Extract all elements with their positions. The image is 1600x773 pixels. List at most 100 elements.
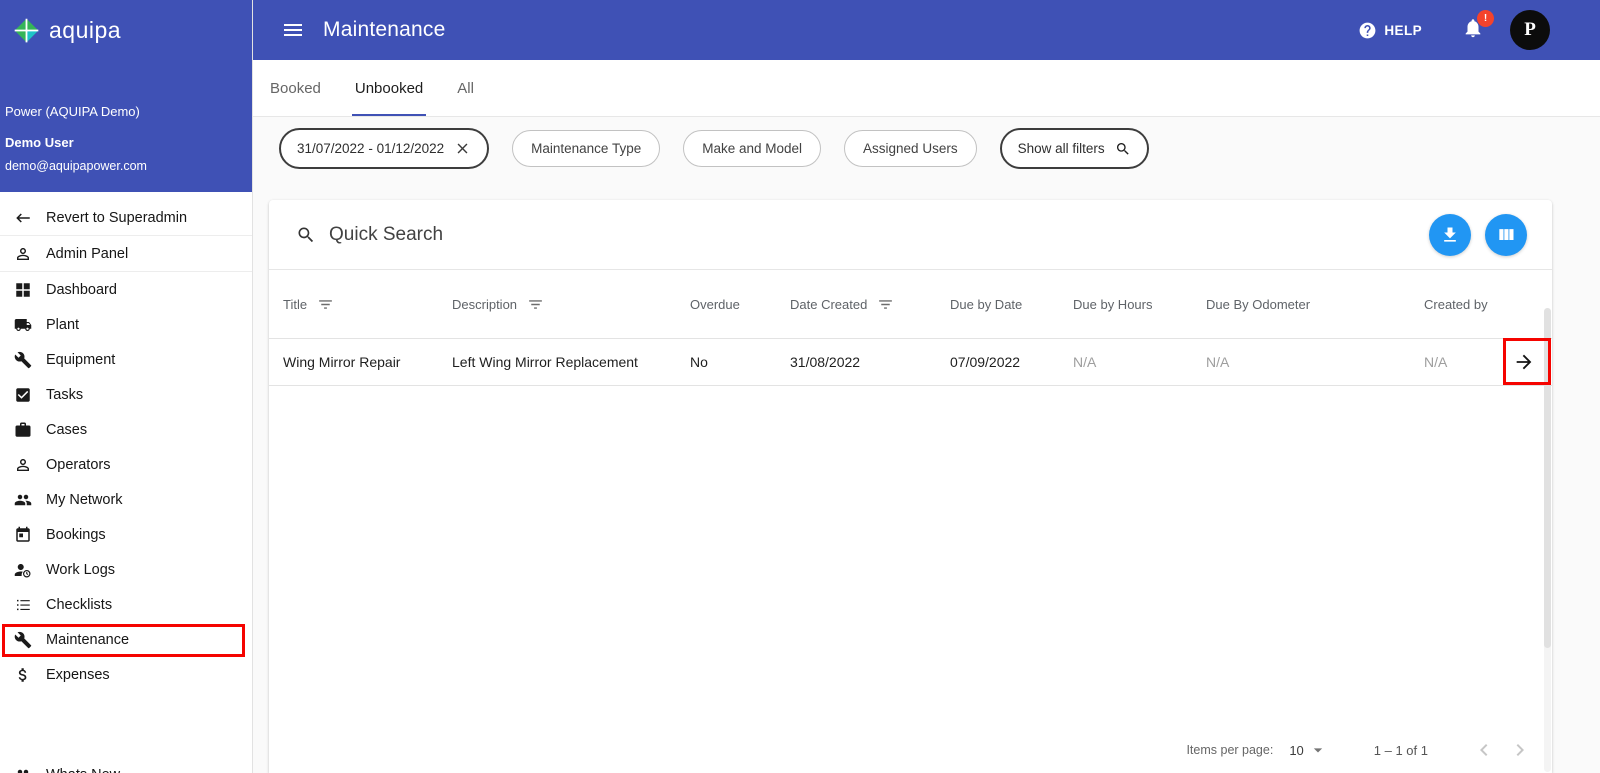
dollar-icon: [14, 666, 32, 684]
column-label: Description: [452, 296, 518, 312]
row-open-button[interactable]: [1502, 340, 1546, 384]
sidebar-item-label: Admin Panel: [46, 245, 129, 262]
cell-due-by-hours: N/A: [1073, 354, 1097, 370]
cell-description: Left Wing Mirror Replacement: [452, 354, 638, 370]
pagination-range: 1 – 1 of 1: [1373, 742, 1428, 758]
column-header-date-created[interactable]: Date Created: [776, 296, 936, 313]
sort-icon: [319, 299, 332, 309]
tab-booked[interactable]: Booked: [253, 60, 338, 116]
aquipa-logo[interactable]: aquipa: [0, 0, 252, 60]
briefcase-icon: [14, 421, 32, 439]
help-icon: [1359, 22, 1376, 38]
column-settings-button[interactable]: [1485, 213, 1527, 256]
app-screen: Maintenance HELP ! P aquipa Power (AQUIP…: [0, 0, 1600, 773]
sidebar-item-label: Dashboard: [46, 281, 117, 298]
items-per-page-value: 10: [1289, 742, 1304, 758]
sidebar-item-cases[interactable]: Cases: [0, 412, 252, 447]
sidebar-item-label: Bookings: [46, 526, 106, 543]
filter-chip-make-and-model[interactable]: Make and Model: [683, 130, 822, 167]
user-name: Demo User: [5, 135, 74, 150]
tab-unbooked[interactable]: Unbooked: [338, 60, 440, 116]
show-all-filters-label: Show all filters: [1017, 141, 1105, 156]
sidebar-item-label: Whats New: [46, 767, 120, 773]
date-range-label: 31/07/2022 - 01/12/2022: [297, 141, 445, 156]
person-clock-icon: [14, 561, 32, 579]
sidebar-menu: Revert to Superadmin Admin Panel Dashboa…: [0, 192, 252, 692]
sidebar-item-tasks[interactable]: Tasks: [0, 377, 252, 412]
scrollbar-thumb[interactable]: [1544, 308, 1551, 648]
column-label: Due By Odometer: [1206, 296, 1311, 312]
column-label: Title: [283, 296, 308, 312]
user-email: demo@aquipapower.com: [5, 159, 147, 173]
pagination-bar: Items per page: 10 1 – 1 of 1: [1186, 738, 1532, 762]
column-label: Due by Date: [950, 296, 1023, 312]
columns-icon: [1499, 228, 1514, 240]
pagination-next-button[interactable]: [1508, 738, 1532, 762]
sidebar-item-whats-new[interactable]: Whats New: [0, 757, 252, 773]
aquipa-logo-icon: [14, 18, 39, 42]
column-header-due-by-hours: Due by Hours: [1059, 297, 1192, 312]
chevron-left-icon: [1480, 744, 1488, 756]
wrench-icon: [14, 631, 32, 649]
sidebar-item-operators[interactable]: Operators: [0, 447, 252, 482]
chevron-right-icon: [1516, 744, 1524, 756]
sidebar-item-maintenance[interactable]: Maintenance: [0, 622, 252, 657]
search-icon: [298, 227, 314, 242]
sidebar-item-admin-panel[interactable]: Admin Panel: [0, 236, 252, 271]
sidebar-item-work-logs[interactable]: Work Logs: [0, 552, 252, 587]
sidebar-item-label: Revert to Superadmin: [46, 209, 188, 226]
sidebar-item-label: Checklists: [46, 596, 113, 613]
arrow-right-icon: [1516, 354, 1532, 370]
filter-chip-assigned-users[interactable]: Assigned Users: [844, 130, 977, 167]
column-header-due-by-date: Due by Date: [936, 297, 1059, 312]
sidebar-item-bookings[interactable]: Bookings: [0, 517, 252, 552]
menu-hamburger-button[interactable]: [281, 18, 305, 42]
filter-chip-date-range[interactable]: 31/07/2022 - 01/12/2022: [279, 128, 490, 169]
notifications-button[interactable]: !: [1462, 9, 1494, 44]
quick-search-row: [269, 200, 1552, 270]
sidebar-item-checklists[interactable]: Checklists: [0, 587, 252, 622]
truck-icon: [14, 316, 32, 334]
table-row: Wing Mirror Repair Left Wing Mirror Repl…: [269, 339, 1552, 386]
download-icon: [1444, 227, 1456, 242]
sidebar-item-label: Work Logs: [46, 561, 116, 578]
task-check-icon: [14, 386, 32, 404]
sidebar-item-dashboard[interactable]: Dashboard: [0, 272, 252, 307]
tab-all[interactable]: All: [440, 60, 491, 116]
sidebar-item-revert-to-superadmin[interactable]: Revert to Superadmin: [0, 200, 252, 235]
maintenance-list-card: Title Description Overdue Date Created D…: [269, 200, 1552, 773]
close-icon[interactable]: [454, 140, 471, 157]
sidebar-header: aquipa Power (AQUIPA Demo) Demo User dem…: [0, 0, 252, 192]
cell-overdue: No: [690, 354, 708, 370]
table-scrollbar[interactable]: [1544, 308, 1551, 772]
user-avatar[interactable]: P: [1510, 10, 1550, 50]
sidebar-item-equipment[interactable]: Equipment: [0, 342, 252, 377]
sidebar-item-label: My Network: [46, 491, 123, 508]
download-button[interactable]: [1429, 213, 1471, 256]
org-name: Power (AQUIPA Demo): [5, 104, 140, 119]
quick-search-input[interactable]: [329, 223, 1429, 246]
help-button[interactable]: HELP: [1358, 21, 1422, 40]
column-header-title[interactable]: Title: [269, 296, 438, 313]
sidebar-item-label: Expenses: [46, 666, 110, 683]
sidebar-item-my-network[interactable]: My Network: [0, 482, 252, 517]
items-per-page-select[interactable]: 10: [1289, 740, 1327, 760]
table-header-row: Title Description Overdue Date Created D…: [269, 270, 1552, 339]
column-header-description[interactable]: Description: [438, 296, 676, 313]
tab-bar: Booked Unbooked All: [253, 60, 1600, 117]
items-per-page-label: Items per page:: [1186, 743, 1274, 757]
column-header-created-by: Created by: [1410, 297, 1496, 312]
search-icon: [1116, 142, 1129, 155]
sidebar-item-label: Equipment: [46, 351, 116, 368]
people-icon: [14, 766, 32, 773]
table-toolbar: [1429, 213, 1527, 256]
sort-icon: [879, 299, 893, 309]
back-arrow-icon: [14, 209, 32, 227]
dashboard-icon: [14, 281, 32, 299]
sidebar-item-label: Operators: [46, 456, 111, 473]
filter-chip-maintenance-type[interactable]: Maintenance Type: [512, 130, 661, 167]
show-all-filters-button[interactable]: Show all filters: [999, 128, 1149, 169]
pagination-prev-button[interactable]: [1472, 738, 1496, 762]
sidebar-item-plant[interactable]: Plant: [0, 307, 252, 342]
sidebar-item-expenses[interactable]: Expenses: [0, 657, 252, 692]
